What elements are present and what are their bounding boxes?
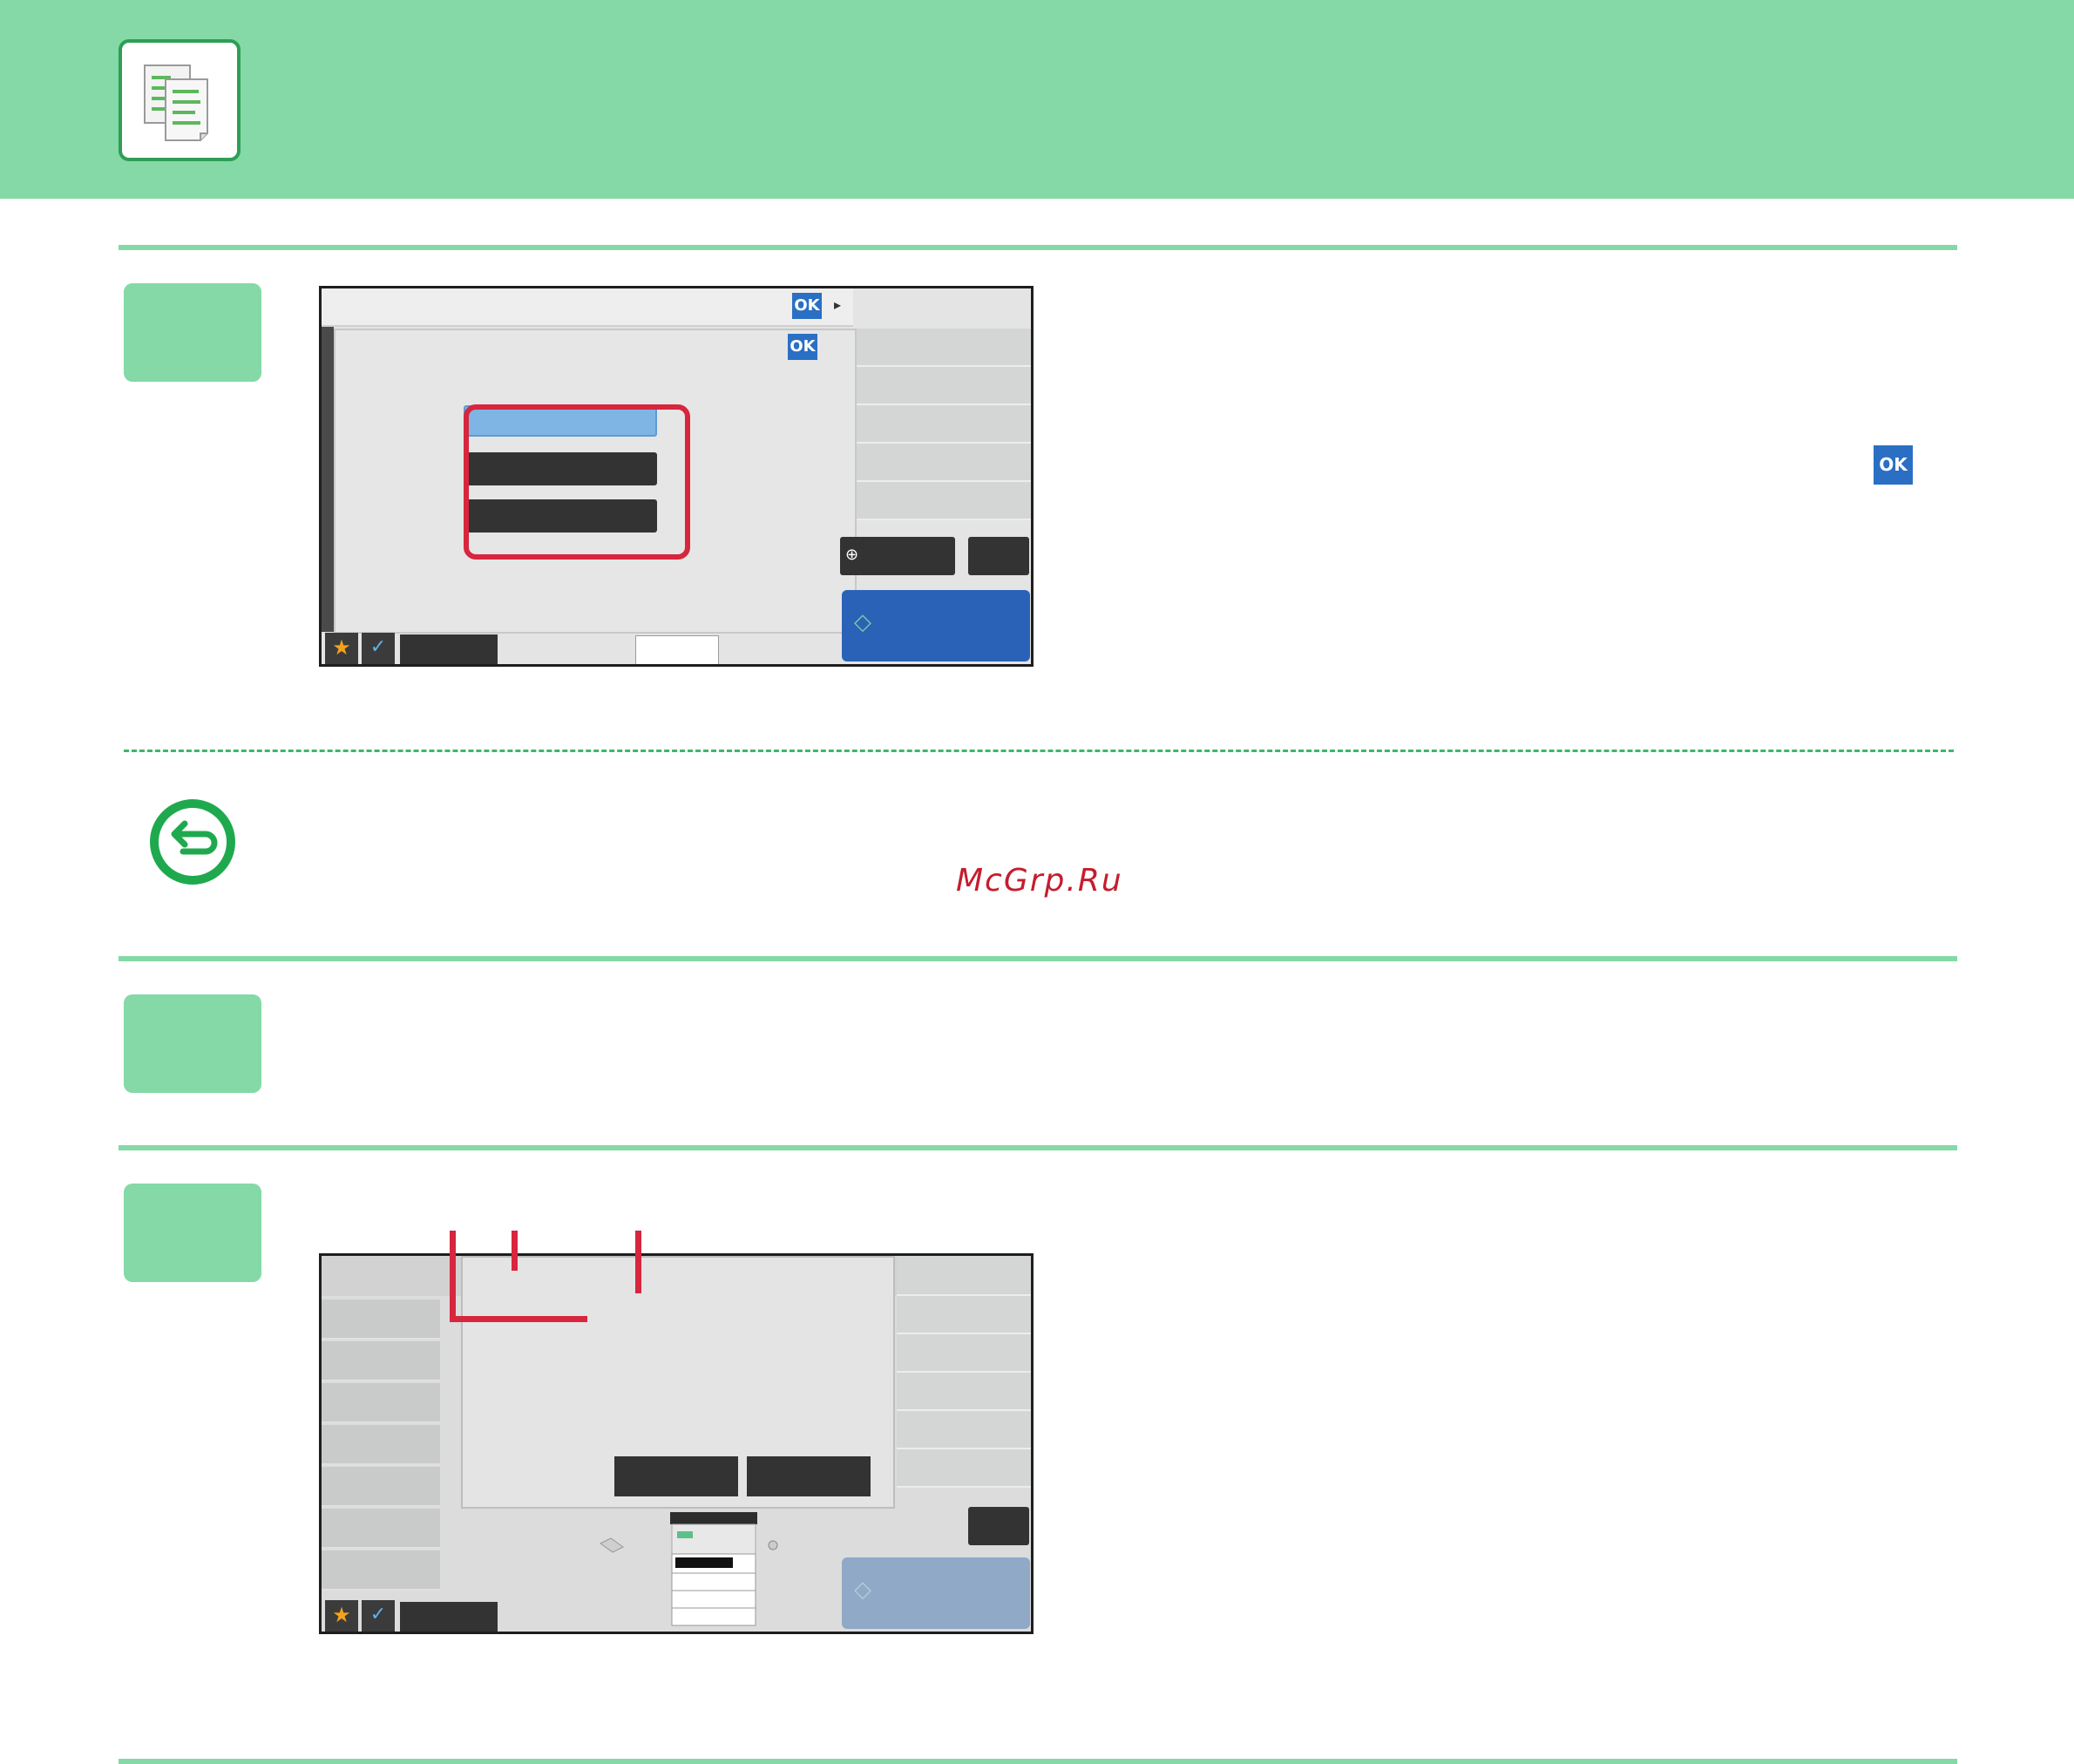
sidebar-item[interactable]	[322, 1383, 440, 1423]
copy-documents-icon	[119, 39, 241, 161]
inner-ok-button[interactable]: OK	[788, 334, 817, 360]
magnifier-icon: ⊕	[845, 546, 859, 564]
header-band	[0, 0, 2074, 199]
section-divider	[119, 1145, 1957, 1150]
step-badge	[124, 283, 261, 382]
preview-button[interactable]: ⊕	[840, 537, 955, 575]
section-divider	[119, 1759, 1957, 1764]
callout-line	[635, 1231, 641, 1293]
callout-line	[512, 1231, 518, 1271]
right-panel-row	[857, 405, 1031, 444]
sidebar-item[interactable]	[322, 1299, 440, 1340]
check-icon[interactable]: ✓	[362, 633, 395, 664]
confirm-button[interactable]	[747, 1456, 871, 1496]
right-panel-row	[897, 1296, 1031, 1334]
start-button-disabled: ◇	[842, 1557, 1030, 1629]
confirm-button[interactable]	[614, 1456, 738, 1496]
star-icon[interactable]: ★	[325, 1600, 358, 1632]
ok-button[interactable]: OK	[792, 293, 822, 319]
section-divider	[119, 956, 1957, 961]
right-panel-row	[897, 1411, 1031, 1449]
right-panel-row	[857, 367, 1031, 405]
sidebar-item[interactable]	[322, 1425, 440, 1465]
right-panel-row	[897, 1373, 1031, 1411]
return-arrow-icon	[150, 799, 235, 885]
callout-line	[450, 1231, 456, 1321]
bottom-bar-button[interactable]	[400, 634, 498, 664]
cancel-button[interactable]	[968, 1507, 1029, 1545]
sidebar-item[interactable]	[322, 1550, 440, 1591]
step-badge	[124, 994, 261, 1093]
paper-tray-graphic	[635, 635, 719, 664]
step-badge	[124, 1184, 261, 1282]
dialog-title-bar	[322, 288, 853, 327]
start-diamond-icon: ◇	[854, 609, 871, 635]
start-button[interactable]: ◇	[842, 590, 1030, 662]
left-edge-strip	[322, 327, 334, 632]
right-panel-row	[857, 444, 1031, 482]
start-diamond-icon: ◇	[854, 1577, 871, 1603]
star-icon[interactable]: ★	[325, 633, 358, 664]
right-panel-row	[897, 1449, 1031, 1488]
expand-arrow-icon[interactable]: ▸	[834, 297, 850, 313]
highlight-frame	[464, 404, 690, 560]
callout-line	[450, 1316, 587, 1322]
bottom-bar-button[interactable]	[400, 1602, 498, 1632]
cancel-button[interactable]	[968, 537, 1029, 575]
note-divider	[124, 750, 1954, 752]
sidebar-item[interactable]	[322, 1341, 440, 1381]
watermark: McGrp.Ru	[956, 863, 1123, 899]
sidebar-item[interactable]	[322, 1467, 440, 1507]
screen-confirmation-dialog: ◇ ★ ✓	[319, 1253, 1034, 1634]
copier-illustration	[600, 1512, 778, 1626]
right-panel-row	[897, 1334, 1031, 1373]
right-panel-row	[857, 329, 1031, 367]
ok-key-icon: OK	[1874, 445, 1913, 485]
right-panel-row	[857, 482, 1031, 520]
right-panel-row	[897, 1256, 1031, 1296]
sidebar-item[interactable]	[322, 1509, 440, 1549]
check-icon[interactable]: ✓	[362, 1600, 395, 1632]
section-divider	[119, 245, 1957, 250]
